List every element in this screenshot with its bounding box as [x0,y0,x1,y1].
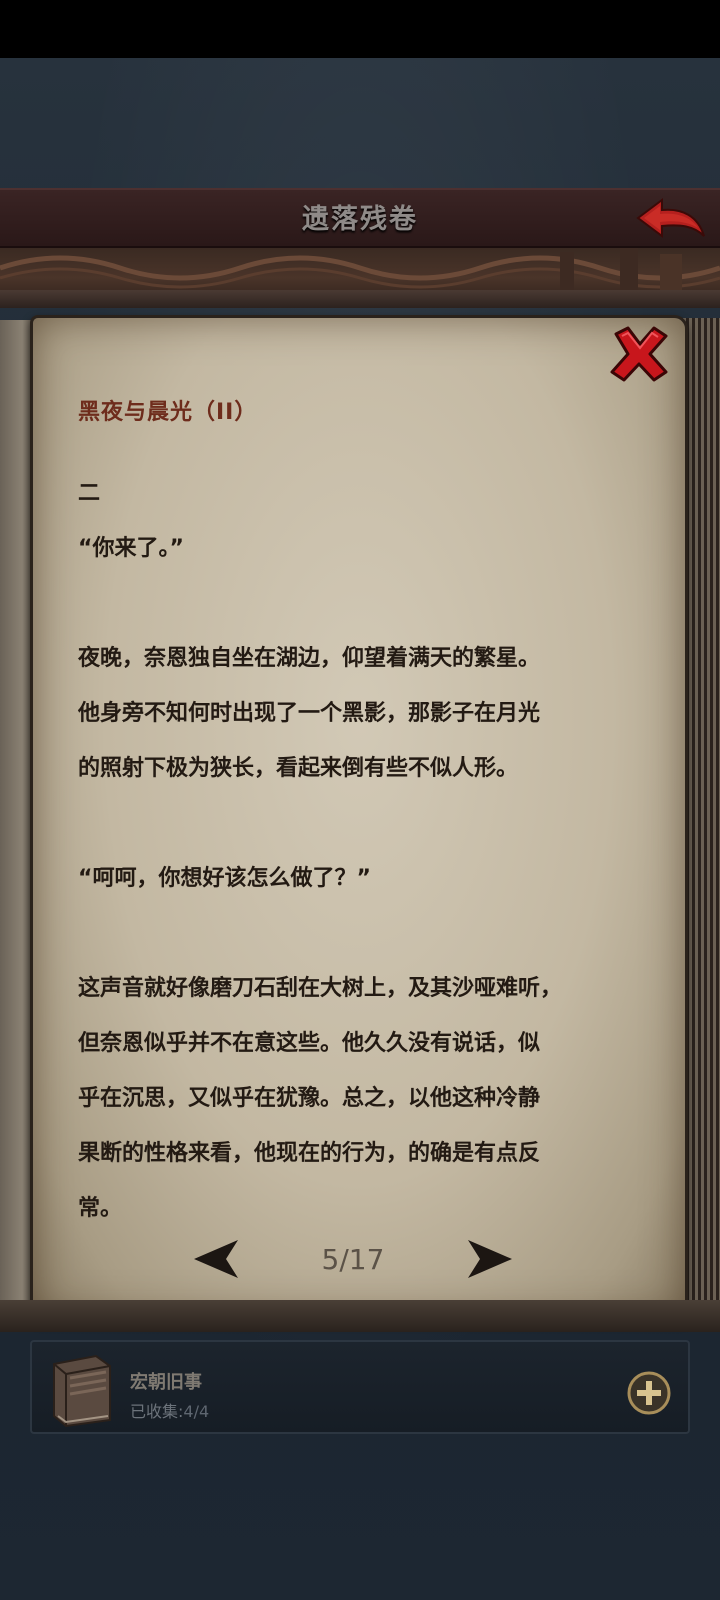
back-arrow-icon [636,198,705,238]
collection-progress-value: 4/4 [183,1402,210,1421]
story-paragraph: “呵呵，你想好该怎么做了？” [78,866,371,891]
prev-page-button[interactable] [192,1238,240,1280]
frame-ornament-icon [0,248,720,290]
decorative-frame [0,248,720,308]
story-paragraph: 常。 [78,1196,123,1221]
story-text: 二 “你来了。” 夜晚，奈恩独自坐在湖边，仰望着满天的繁星。 他身旁不知何时出现… [78,466,648,1236]
story-paragraph: 夜晚，奈恩独自坐在湖边，仰望着满天的繁星。 [78,646,541,671]
next-page-button[interactable] [466,1238,514,1280]
story-paragraph: “你来了。” [78,536,184,561]
plus-circle-icon [627,1371,671,1415]
back-button[interactable] [634,194,708,246]
book-icon [44,1350,120,1430]
collection-bar[interactable]: 宏朝旧事 已收集:4/4 [30,1340,690,1434]
story-paragraph: 但奈恩似乎并不在意这些。他久久没有说话，似 [78,1031,541,1056]
collection-name: 宏朝旧事 [130,1372,202,1393]
story-paragraph [78,906,648,961]
next-page-arrow-icon [468,1240,512,1278]
close-button[interactable] [608,324,670,384]
header-bar: 遗落残卷 [0,188,720,248]
story-paragraph: 的照射下极为狭长，看起来倒有些不似人形。 [78,756,519,781]
page-indicator: 5/17 [321,1243,385,1276]
story-title: 黑夜与晨光（II） [78,400,258,425]
add-button[interactable] [626,1370,672,1416]
collection-progress-label: 已收集: [130,1402,184,1421]
story-paragraph: 他身旁不知何时出现了一个黑影，那影子在月光 [78,701,541,726]
close-x-icon [610,326,668,382]
book-bottom-edge [0,1300,720,1332]
story-paragraph [78,796,648,851]
story-paragraph: 果断的性格来看，他现在的行为，的确是有点反 [78,1141,541,1166]
story-paragraph [78,576,648,631]
story-paragraph: 二 [78,481,101,506]
page-title: 遗落残卷 [302,204,418,235]
story-paragraph: 这声音就好像磨刀石刮在大树上，及其沙哑难听， [78,976,563,1001]
story-paragraph: 乎在沉思，又似乎在犹豫。总之，以他这种冷静 [78,1086,541,1111]
status-bar-area [0,0,720,58]
collection-progress: 已收集:4/4 [130,1398,209,1422]
prev-page-arrow-icon [194,1240,238,1278]
